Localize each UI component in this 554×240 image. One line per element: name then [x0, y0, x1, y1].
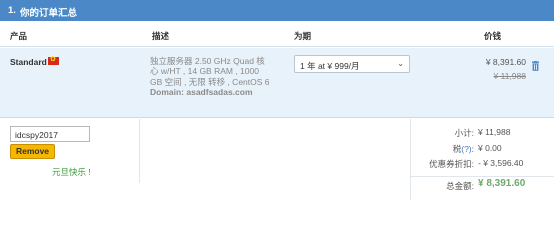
tax-label: 税 — [452, 144, 462, 154]
tax-help-link[interactable]: (?) — [461, 144, 471, 154]
discount-value: - ¥ 3,596.40 — [478, 158, 524, 168]
tax-value: ¥ 0.00 — [478, 143, 502, 153]
divider — [410, 119, 411, 200]
remove-coupon-button[interactable]: Remove — [10, 144, 55, 159]
column-price: 价钱 — [484, 31, 502, 41]
billing-period-select[interactable]: 1 年 at ¥ 999/月 ⌄ — [294, 55, 410, 73]
order-summary-header: 1. 你的订单汇总 — [0, 0, 554, 21]
subtotal-label: 小计: — [454, 128, 474, 138]
subtotal-value: ¥ 11,988 — [478, 127, 511, 137]
tax-label-group: 税(?): — [453, 143, 474, 155]
discount-label: 优惠券折扣: — [429, 159, 474, 169]
coupon-code-value: idcspy2017 — [15, 130, 59, 140]
trash-icon[interactable] — [531, 61, 540, 71]
tax-colon: : — [471, 144, 474, 154]
domain-value: asadfsadas.com — [186, 86, 253, 97]
total-value: ¥ 8,391.60 — [478, 178, 526, 189]
section-title: 你的订单汇总 — [20, 8, 78, 19]
divider — [139, 119, 140, 183]
period-selected-value: 1 年 at ¥ 999/月 — [300, 61, 360, 71]
hong-kong-flag-icon: ✿ — [48, 56, 59, 65]
column-description: 描述 — [152, 31, 170, 41]
divider — [411, 176, 554, 177]
product-description: 独立服务器 2.50 GHz Quad 核心 w/HT , 14 GB RAM … — [150, 56, 270, 97]
column-product: 产品 — [10, 31, 28, 41]
item-price: ¥ 8,391.60 — [485, 57, 526, 67]
order-item-row — [0, 48, 554, 118]
table-header: 产品 描述 为期 价钱 — [0, 21, 554, 47]
coupon-code-input[interactable]: idcspy2017 — [10, 126, 90, 142]
product-name: Standard — [10, 57, 47, 67]
description-text: 独立服务器 2.50 GHz Quad 核心 w/HT , 14 GB RAM … — [150, 56, 270, 87]
promo-message: 元旦快乐 ! — [52, 167, 91, 177]
column-period: 为期 — [294, 31, 312, 41]
item-original-price: ¥ 11,988 — [493, 71, 526, 81]
total-label: 总金额: — [446, 181, 474, 191]
chevron-down-icon: ⌄ — [397, 59, 404, 68]
domain-label: Domain: — [150, 86, 184, 97]
section-number: 1. — [8, 5, 16, 16]
